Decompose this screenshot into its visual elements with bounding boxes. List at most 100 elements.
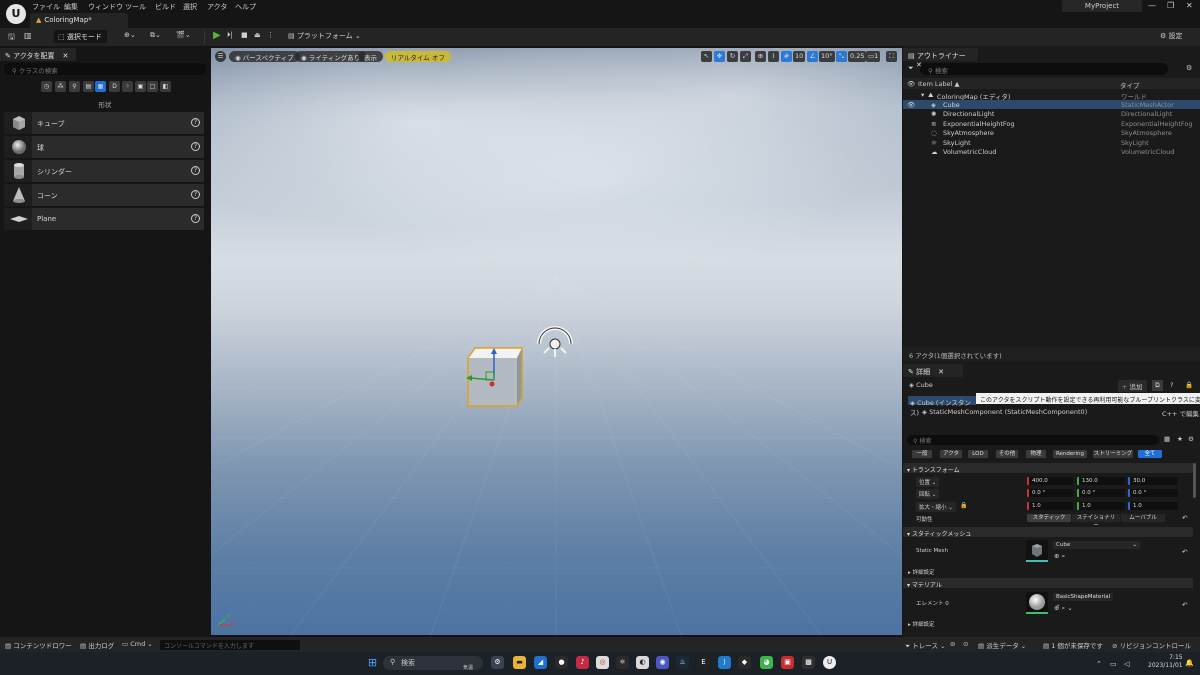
scale-dropdown[interactable]: 拡大・縮小 ⌄: [916, 502, 956, 512]
save-icon[interactable]: 🖫: [8, 31, 15, 45]
unsaved-button[interactable]: ▤ 1 個が未保存です: [1043, 640, 1103, 650]
details-search-input[interactable]: ⚲ 検索: [907, 435, 1159, 445]
epic-games-icon[interactable]: E: [697, 656, 710, 669]
section-transform[interactable]: ▾ トランスフォーム: [903, 463, 1193, 474]
shape-item-cube[interactable]: キューブ?: [4, 112, 204, 134]
reset-icon[interactable]: ↶: [1182, 514, 1187, 522]
menu-actor[interactable]: アクタ: [207, 2, 227, 12]
outliner-row-fog[interactable]: ≋ ExponentialHeightFog ExponentialHeightFo…: [903, 119, 1200, 129]
material-thumbnail[interactable]: [1026, 592, 1048, 614]
source-control-button[interactable]: ⊘ リビジョンコントロール: [1112, 640, 1191, 650]
section-static-mesh[interactable]: ▾ スタティックメッシュ: [903, 527, 1193, 538]
level-viewport[interactable]: ☰ ◉ パースペクティブ ◉ ライティングあり 表示 リアルタイム オフ ↖ ✥…: [211, 48, 902, 635]
taskbar-clock[interactable]: 7:15 2023/11/01: [1148, 654, 1183, 670]
material-browse-icon[interactable]: ⊕ ⌕ ⌄: [1054, 604, 1073, 613]
rotation-snap-value[interactable]: 10°: [819, 51, 835, 62]
filter-general[interactable]: 一般: [912, 450, 932, 458]
notification-icon[interactable]: 🔔: [1185, 659, 1194, 667]
world-local-icon[interactable]: ⊕: [755, 51, 766, 62]
class-search-input[interactable]: ⚲ クラスの検索: [4, 63, 206, 75]
mobility-static[interactable]: スタティック: [1027, 514, 1071, 522]
menu-file[interactable]: ファイル: [32, 2, 60, 12]
lighting-button[interactable]: ◉ ライティングあり: [295, 51, 367, 62]
category-recent-icon[interactable]: ◷: [41, 81, 52, 92]
translate-tool-icon[interactable]: ✥: [714, 51, 725, 62]
rotation-snap-icon[interactable]: ∠: [807, 51, 818, 62]
app-icon[interactable]: ◐: [636, 656, 649, 669]
app-icon[interactable]: ⚛: [616, 656, 629, 669]
derived-data-button[interactable]: ▤ 派生データ ⌄: [978, 640, 1026, 650]
component-row[interactable]: ◈ StaticMeshComponent (StaticMeshCompone…: [922, 408, 1087, 416]
grid-snap-value[interactable]: 10: [793, 51, 806, 62]
steam-icon[interactable]: ♨: [676, 656, 689, 669]
filter-physics[interactable]: 物理: [1026, 450, 1046, 458]
location-z-field[interactable]: 30.0: [1128, 477, 1178, 485]
filter-misc[interactable]: その他: [996, 450, 1018, 458]
scale-tool-icon[interactable]: ⤢: [740, 51, 751, 62]
static-mesh-dropdown[interactable]: Cube ⌄: [1053, 541, 1140, 549]
location-x-field[interactable]: 400.0: [1027, 477, 1073, 485]
scale-x-field[interactable]: 1.0: [1027, 502, 1073, 510]
scale-y-field[interactable]: 1.0: [1077, 502, 1125, 510]
unreal-engine-icon[interactable]: U: [823, 656, 836, 669]
content-icon[interactable]: ▥: [24, 31, 32, 40]
instance-row[interactable]: ◈ Cube (インスタンス): [908, 396, 976, 417]
help-icon[interactable]: ?: [191, 118, 200, 127]
rotation-z-field[interactable]: 0.0 °: [1128, 489, 1178, 497]
cloud-status-icon[interactable]: ⊙: [963, 640, 968, 648]
realtime-off-badge[interactable]: リアルタイム オフ: [385, 51, 451, 62]
chrome-icon[interactable]: ◎: [596, 656, 609, 669]
windows-start-icon[interactable]: ⊞: [366, 656, 379, 669]
menu-edit[interactable]: 編集: [64, 2, 78, 12]
viewport-menu-icon[interactable]: ☰: [215, 51, 226, 62]
step-icon[interactable]: ⏵|: [227, 31, 233, 40]
eject-icon[interactable]: ⏏: [254, 31, 261, 39]
line-app-icon[interactable]: ◕: [760, 656, 773, 669]
menu-help[interactable]: ヘルプ: [235, 2, 256, 12]
maximize-viewport-icon[interactable]: ⛶: [886, 51, 897, 62]
scale-lock-icon[interactable]: 🔒: [960, 502, 967, 509]
file-explorer-icon[interactable]: ▬: [513, 656, 526, 669]
material-dropdown[interactable]: BasicShapeMaterial ⌄: [1053, 593, 1113, 608]
scale-z-field[interactable]: 1.0: [1128, 502, 1178, 510]
cmd-dropdown[interactable]: ▭ Cmd ⌄: [122, 640, 153, 648]
scale-snap-value[interactable]: 0.25: [848, 51, 867, 62]
show-button[interactable]: 表示: [358, 51, 383, 62]
settings-app-icon[interactable]: ⚙: [491, 656, 504, 669]
favorites-icon[interactable]: ★: [1177, 435, 1183, 443]
static-mesh-advanced[interactable]: ▸ 詳細設定: [908, 568, 935, 576]
outliner-settings-icon[interactable]: ⚙: [1186, 64, 1192, 72]
trace-button[interactable]: ⏷ トレース ⌄: [905, 640, 945, 651]
category-cinematic-icon[interactable]: ▤: [83, 81, 94, 92]
menu-tools[interactable]: ツール: [125, 2, 146, 12]
details-scrollbar[interactable]: [1193, 463, 1196, 498]
category-basic-icon[interactable]: ⁂: [55, 81, 66, 92]
category-classes-icon[interactable]: ▣: [135, 81, 146, 92]
help-icon[interactable]: ?: [191, 190, 200, 199]
rotation-y-field[interactable]: 0.0 °: [1077, 489, 1125, 497]
rotation-x-field[interactable]: 0.0 °: [1027, 489, 1073, 497]
tab-place-actors[interactable]: ✎ アクタを配置 ✕: [0, 48, 76, 61]
category-lights-icon[interactable]: ⚲: [69, 81, 80, 92]
category-visual-effects-icon[interactable]: D: [109, 81, 120, 92]
tab-coloring-map[interactable]: ▲ ColoringMap*: [30, 13, 128, 28]
filter-all[interactable]: 全て: [1138, 450, 1162, 458]
mobility-movable[interactable]: ムーバブル: [1121, 514, 1165, 522]
play-icon[interactable]: ▶: [213, 31, 221, 41]
menu-window[interactable]: ウィンドウ: [88, 2, 123, 12]
output-log-button[interactable]: ▤ 出力ログ: [80, 640, 114, 650]
vscode-icon[interactable]: ⟩: [718, 656, 731, 669]
outliner-row-world[interactable]: ▾ ⛰ ColoringMap (エディタ) ワールド: [903, 90, 1200, 101]
type-column[interactable]: タイプ: [1120, 80, 1140, 90]
mobility-stationary[interactable]: ステイショナリー: [1072, 514, 1120, 529]
location-dropdown[interactable]: 位置 ⌄: [916, 477, 940, 487]
app-icon[interactable]: ▩: [802, 656, 815, 669]
close-window-button[interactable]: ✕: [1186, 1, 1193, 10]
select-tool-icon[interactable]: ↖: [701, 51, 712, 62]
actor-name-field[interactable]: ◈ Cube: [909, 381, 933, 389]
outliner-row-sky-atmosphere[interactable]: ◌ SkyAtmosphere SkyAtmosphere: [903, 128, 1200, 138]
filter-icon[interactable]: ⏷: [908, 64, 914, 73]
volume-icon[interactable]: ◁: [1124, 660, 1129, 668]
console-input[interactable]: コンソールコマンドを入力します: [160, 640, 300, 650]
content-drawer-button[interactable]: ▤ コンテンツドロワー: [5, 640, 72, 650]
